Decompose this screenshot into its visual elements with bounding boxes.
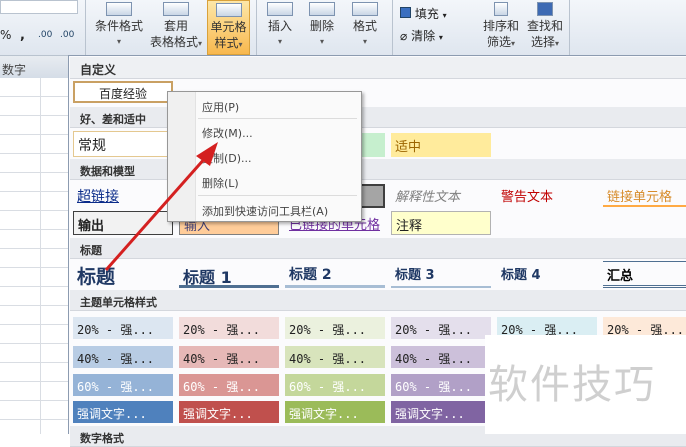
red-arrow-annotation — [104, 142, 218, 271]
